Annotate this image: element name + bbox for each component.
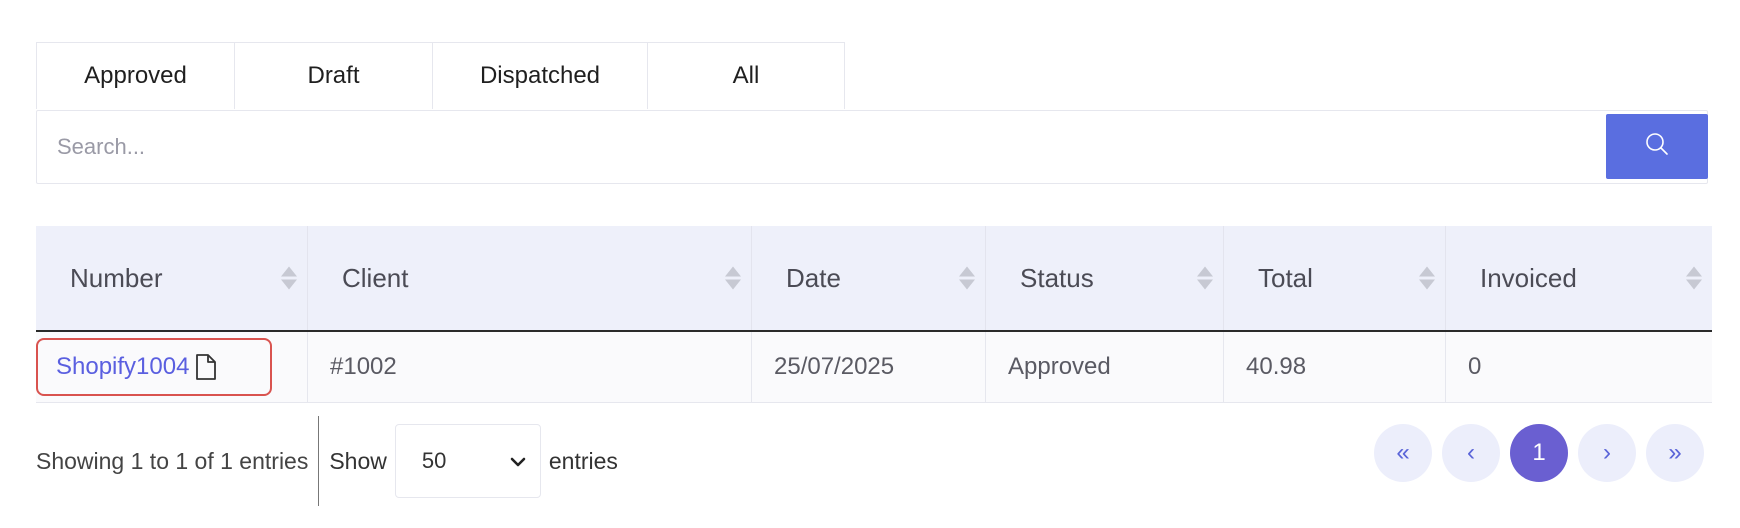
column-header-date[interactable]: Date [752,226,986,330]
status-tabs: Approved Draft Dispatched All [36,42,845,109]
table-footer: Showing 1 to 1 of 1 entries Show 50 entr… [36,416,618,506]
page-size-value: 50 [421,448,447,473]
document-icon[interactable] [195,354,217,380]
column-header-total[interactable]: Total [1224,226,1446,330]
tab-dispatched[interactable]: Dispatched [433,43,648,109]
next-page-button[interactable]: › [1578,424,1636,482]
column-header-label: Total [1258,262,1313,293]
column-header-number[interactable]: Number [36,226,308,330]
column-header-invoiced[interactable]: Invoiced [1446,226,1712,330]
cell-total: 40.98 [1224,332,1446,402]
last-page-button[interactable]: » [1646,424,1704,482]
sort-icon [1686,266,1702,290]
page-size-select[interactable]: 50 [394,424,541,498]
cell-number: Shopify1004 [36,332,308,402]
sort-icon [959,266,975,290]
column-header-label: Status [1020,262,1094,293]
column-header-label: Number [70,262,163,293]
show-label: Show [329,447,387,474]
tab-draft[interactable]: Draft [235,43,433,109]
column-header-client[interactable]: Client [308,226,752,330]
cell-client: #1002 [308,332,752,402]
entries-label: entries [548,447,618,474]
tab-all[interactable]: All [648,43,844,109]
cell-date: 25/07/2025 [752,332,986,402]
table-header: Number Client Date Status Total Invoiced [36,226,1712,332]
column-header-label: Client [342,262,409,293]
prev-page-button[interactable]: ‹ [1442,424,1500,482]
tab-approved[interactable]: Approved [37,43,235,109]
search-input[interactable] [37,111,1606,183]
search-bar [36,110,1708,184]
cell-invoiced: 0 [1468,353,1482,380]
entries-info: Showing 1 to 1 of 1 entries [36,447,309,474]
column-header-status[interactable]: Status [986,226,1224,330]
sort-icon [725,266,741,290]
pagination: « ‹ 1 › » [1374,424,1704,482]
search-button[interactable] [1606,114,1708,179]
order-number-link[interactable]: Shopify1004 [56,353,189,381]
divider [318,416,320,506]
column-header-label: Date [786,262,841,293]
table-row: Shopify1004 #1002 25/07/2025 Approved 40… [36,332,1712,403]
sort-icon [1197,266,1213,290]
highlight-box: Shopify1004 [36,338,272,396]
search-icon [1644,131,1670,162]
cell-status: Approved [986,332,1224,402]
column-header-label: Invoiced [1480,262,1577,293]
chevron-down-icon [510,448,526,474]
orders-table: Number Client Date Status Total Invoiced… [36,226,1712,403]
first-page-button[interactable]: « [1374,424,1432,482]
sort-icon [1419,266,1435,290]
sort-icon [281,266,297,290]
page-1-button[interactable]: 1 [1510,424,1568,482]
